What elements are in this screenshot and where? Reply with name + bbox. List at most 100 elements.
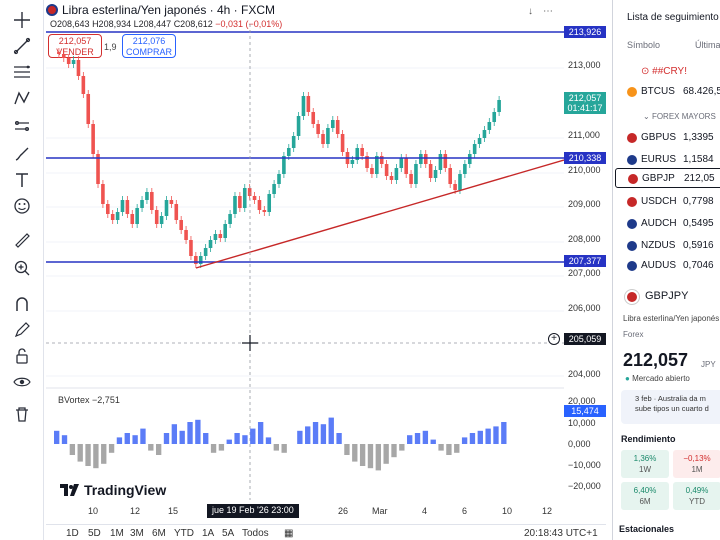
time-axis-label: 12 [542, 506, 553, 516]
watchlist-price: 68.426,5 [683, 86, 720, 97]
range-5d[interactable]: 5D [88, 528, 101, 539]
candle-body [335, 120, 340, 134]
text-tool-icon[interactable] [10, 168, 34, 192]
watchlist-title[interactable]: Lista de seguimiento [627, 12, 719, 23]
time-axis-label: 15 [168, 506, 179, 516]
vortex-bar [132, 435, 138, 444]
vortex-bar [461, 437, 468, 444]
status-text: Mercado abierto [632, 374, 690, 383]
symbol-header[interactable]: Libra esterlina/Yen japonés · 4h · FXCM [46, 2, 275, 18]
flag-icon [627, 241, 637, 251]
price-axis-label: 204,000 [568, 369, 601, 379]
price-axis-label: 210,000 [568, 165, 601, 175]
candle-body [71, 60, 76, 64]
candle-body [321, 134, 325, 144]
watchlist-row-nzdusd[interactable]: NZDUS 0,5916 [613, 236, 720, 256]
current-price: 212,057 [568, 93, 602, 103]
forecast-tool-icon[interactable] [10, 114, 34, 138]
candle-body [233, 196, 237, 214]
range-1d[interactable]: 1D [66, 528, 79, 539]
news-card[interactable]: 3 feb · Australia da m sube tipos un cua… [621, 390, 720, 424]
watchlist-row-audusd[interactable]: AUDUS 0,7046 [613, 256, 720, 276]
vortex-bar [101, 444, 107, 464]
watchlist-price: 1,1584 [683, 154, 714, 165]
indicator-axis-label: 10,000 [568, 418, 596, 428]
price-axis-label: 209,000 [568, 199, 601, 209]
market-status: ● Mercado abierto [625, 374, 690, 383]
trendline-tool-icon[interactable] [10, 34, 34, 58]
pencil-lock-icon[interactable] [10, 318, 34, 342]
magnet-icon[interactable] [10, 292, 34, 316]
vortex-bar [336, 433, 342, 444]
arrow-down-icon[interactable]: ↓ [528, 6, 533, 17]
perf-cell-6m: 6,40% 6M [621, 482, 669, 510]
watchlist-row-eurusd[interactable]: EURUS 1,1584 [613, 150, 720, 170]
range-3m[interactable]: 3M [130, 528, 144, 539]
watchlist-price: 0,5495 [683, 218, 714, 229]
vortex-bar [61, 435, 68, 444]
watchlist-section-crypto[interactable]: ⊙ ##CRY! [641, 66, 687, 77]
brush-tool-icon[interactable] [10, 142, 34, 166]
range-all[interactable]: Todos [242, 528, 269, 539]
ruler-tool-icon[interactable] [10, 228, 34, 252]
fib-tool-icon[interactable] [10, 60, 34, 84]
symbol-flag-icon [46, 4, 58, 16]
indicator-legend[interactable]: BVortex −2,751 [58, 395, 120, 405]
vortex-bar [454, 444, 460, 453]
vortex-bar [148, 444, 154, 451]
perf-value: 6,40% [633, 486, 657, 495]
candle-body [477, 138, 482, 144]
price-chart[interactable] [46, 24, 564, 500]
vortex-bar [187, 422, 193, 444]
candle-body [120, 200, 125, 212]
vortex-bar [438, 444, 444, 451]
vortex-bar [124, 433, 130, 444]
time-axis[interactable]: 10 12 15 26 Mar 4 6 10 12 [46, 504, 606, 518]
more-options-icon[interactable]: ⋯ [543, 6, 553, 17]
watchlist-price: 1,3395 [683, 132, 714, 143]
zoom-in-icon[interactable] [10, 256, 34, 280]
candle-body [130, 214, 135, 224]
trash-icon[interactable] [10, 402, 34, 426]
crosshair-tool-icon[interactable] [10, 8, 34, 32]
vortex-bar [485, 428, 491, 444]
btc-icon [627, 87, 637, 97]
vortex-bar [312, 422, 319, 444]
vortex-bar [352, 444, 358, 462]
time-axis-label: 26 [338, 506, 349, 516]
seasonals-title: Estacionales [619, 524, 675, 534]
watchlist-symbol: GBPJP [642, 173, 675, 184]
lock-icon[interactable] [10, 344, 34, 368]
candle-countdown: 01:41:17 [567, 103, 603, 113]
candle-body [223, 224, 227, 238]
vortex-bar [422, 430, 429, 444]
watchlist-col-last[interactable]: Última [695, 40, 720, 50]
candle-body [316, 124, 320, 134]
vortex-bar [163, 433, 170, 444]
flag-icon [628, 174, 638, 184]
time-axis-label: 6 [462, 506, 468, 516]
watchlist-section-forex[interactable]: ⌄ FOREX MAYORS [643, 112, 716, 121]
detail-symbol[interactable]: GBPJPY [645, 290, 688, 302]
range-1m[interactable]: 1M [110, 528, 124, 539]
time-axis-label: 10 [502, 506, 513, 516]
emoji-tool-icon[interactable] [10, 194, 34, 218]
watchlist-row-btc[interactable]: BTCUS 68.426,5 [613, 82, 720, 102]
watchlist-col-symbol[interactable]: Símbolo [627, 40, 660, 50]
range-6m[interactable]: 6M [152, 528, 166, 539]
watchlist-row-usdchf[interactable]: USDCH 0,7798 [613, 192, 720, 212]
range-ytd[interactable]: YTD [174, 528, 194, 539]
vortex-bar [155, 444, 162, 455]
eye-icon[interactable] [10, 370, 34, 394]
range-5y[interactable]: 5A [222, 528, 234, 539]
vortex-bar [218, 444, 225, 451]
watchlist-row-gbpusd[interactable]: GBPUS 1,3395 [613, 128, 720, 148]
range-1y[interactable]: 1A [202, 528, 214, 539]
candle-body [453, 184, 457, 190]
watchlist-row-audchf[interactable]: AUDCH 0,5495 [613, 214, 720, 234]
calendar-icon[interactable]: ▦ [284, 528, 293, 539]
price-axis-label: 211,000 [568, 130, 600, 140]
add-alert-icon[interactable]: + [548, 333, 560, 345]
watchlist-row-gbpjpy[interactable]: GBPJP 212,05 [615, 168, 720, 188]
pattern-tool-icon[interactable] [10, 86, 34, 110]
